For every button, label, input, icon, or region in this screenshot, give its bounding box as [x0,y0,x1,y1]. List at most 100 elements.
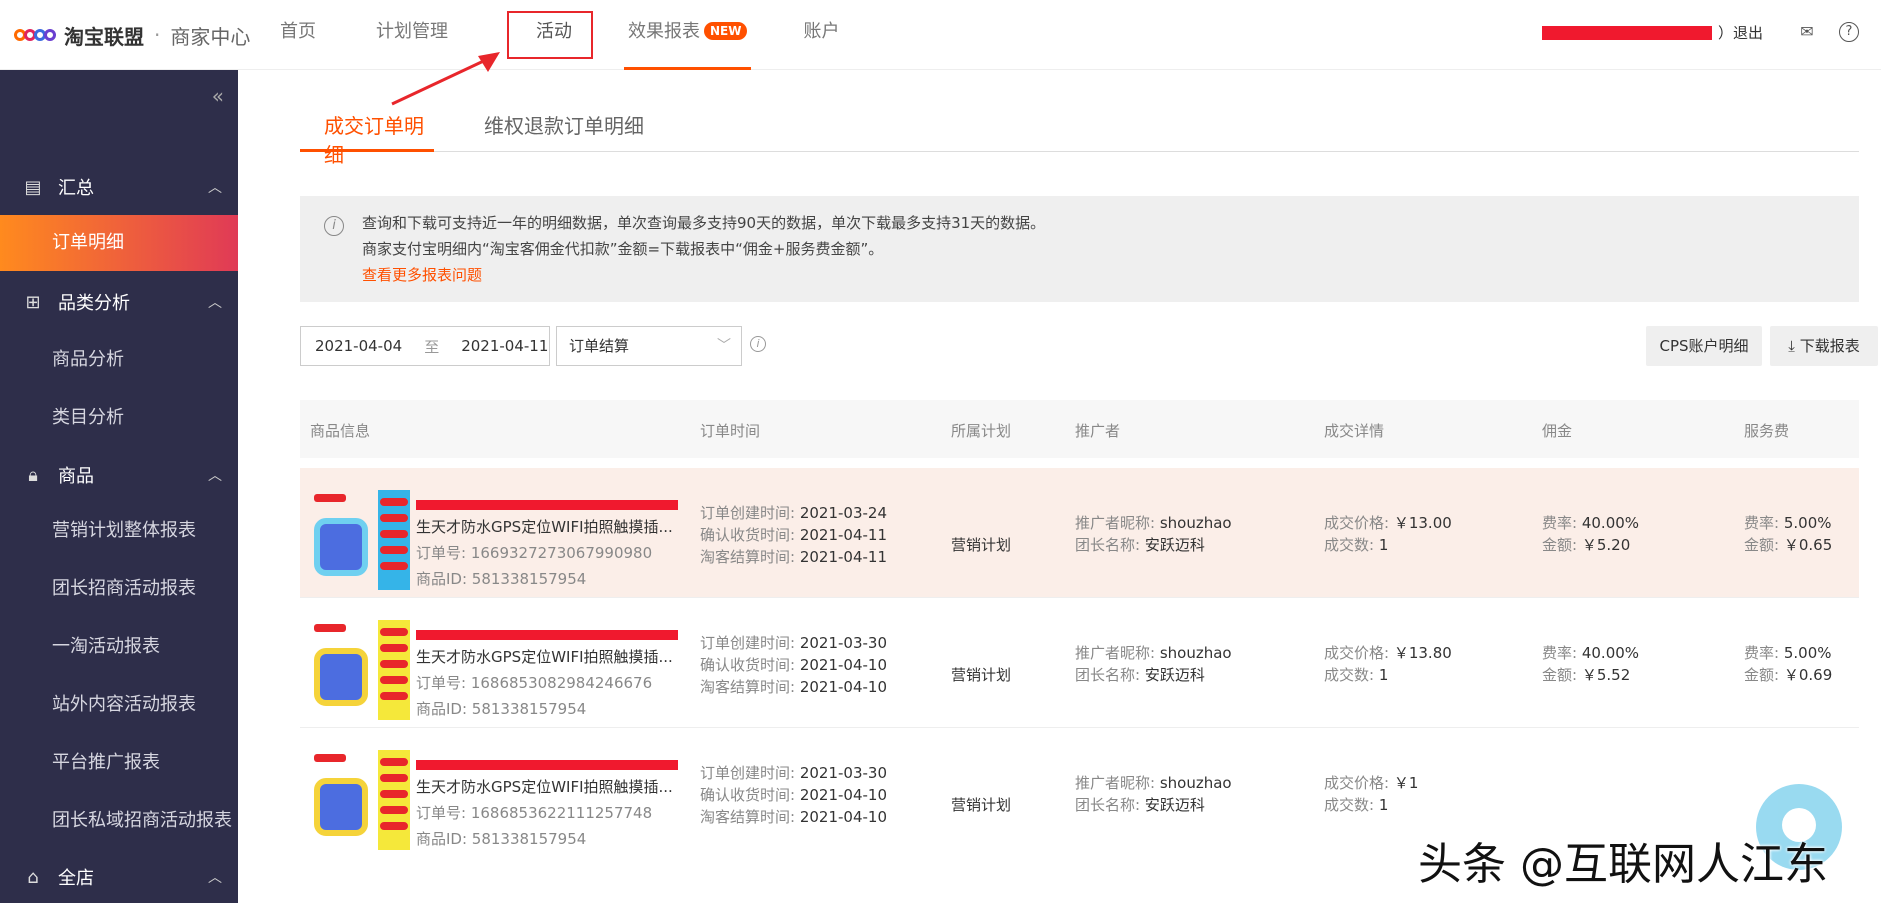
received-time: 确认收货时间: 2021-04-10 [700,654,887,675]
sidebar-group-store[interactable]: ⌂ 全店 ︿ [0,852,238,902]
received-time: 确认收货时间: 2021-04-11 [700,524,887,545]
settled-time: 淘客结算时间: 2021-04-10 [700,806,887,827]
nav-reports-label: 效果报表 [628,21,700,42]
service-fee-rate: 费率: 5.00% [1744,512,1832,533]
commission-rate: 费率: 40.00% [1542,642,1639,663]
mail-icon[interactable]: ✉ [1797,22,1817,42]
order-number: 订单号: 1686853082984246676 [416,672,652,693]
col-deal-detail: 成交详情 [1324,420,1384,441]
redacted-title [416,760,678,770]
chevron-up-icon: ︿ [208,465,222,485]
nav-account[interactable]: 账户 [803,0,839,70]
nav-reports[interactable]: 效果报表NEW [628,0,747,70]
redacted-title [416,500,678,510]
settled-time: 淘客结算时间: 2021-04-11 [700,546,887,567]
cps-account-detail-button[interactable]: CPS账户明细 [1646,326,1762,366]
sidebar-item-order-detail[interactable]: 订单明细 [0,215,238,271]
product-name[interactable]: 生天才防水GPS定位WIFI拍照触摸插... [416,516,678,537]
download-report-label: 下载报表 [1800,337,1860,355]
col-promoter: 推广者 [1075,420,1120,441]
team-name: 团长名称: 安跃迈科 [1075,534,1205,555]
table-header: 商品信息 订单时间 所属计划 推广者 成交详情 佣金 服务费 [300,400,1859,458]
deal-count: 成交数: 1 [1324,534,1388,555]
end-date: 2021-04-11 [461,337,548,355]
chevron-up-icon: ︿ [208,177,222,197]
product-thumbnail[interactable] [310,620,410,720]
watermark: 头条 @互联网人江东 [1418,828,1828,892]
settlement-select[interactable]: 订单结算 ﹀ [556,326,742,366]
lock-icon: 🔒︎ [22,465,44,486]
sidebar-item-marketing-plan-report[interactable]: 营销计划整体报表 [0,503,238,559]
product-thumbnail[interactable] [310,490,410,590]
redacted-title [416,630,678,640]
chevron-down-icon: ﹀ [717,327,731,365]
download-report-button[interactable]: ⤓ 下载报表 [1770,326,1878,366]
sidebar-group-goods[interactable]: 🔒︎ 商品 ︿ [0,450,238,500]
download-icon: ⤓ [1788,337,1795,355]
sidebar-item-platform-promotion-report[interactable]: 平台推广报表 [0,735,238,791]
service-fee-amount: 金额: ￥0.69 [1744,664,1832,685]
commission-amount: 金额: ￥5.20 [1542,534,1630,555]
chevron-up-icon: ︿ [208,292,222,312]
filter-bar: 2021-04-04 至 2021-04-11 订单结算 ﹀ i CPS账户明细… [300,326,1859,366]
sidebar-group-label: 商品 [58,462,94,488]
promoter-nick: 推广者昵称: shouzhao [1075,772,1232,793]
grid-icon: ⊞ [22,292,44,313]
brand-separator: · [154,23,160,47]
sidebar-item-private-team-report[interactable]: 团长私域招商活动报表 [0,793,238,849]
new-badge: NEW [704,22,747,40]
product-thumbnail[interactable] [310,750,410,850]
plan-name: 营销计划 [951,664,1011,685]
annotation-highlight-box [507,11,593,59]
info-icon[interactable]: i [750,336,766,352]
sidebar-group-summary[interactable]: ▤ 汇总 ︿ [0,162,238,212]
commission-rate: 费率: 40.00% [1542,512,1639,533]
plan-name: 营销计划 [951,794,1011,815]
product-name[interactable]: 生天才防水GPS定位WIFI拍照触摸插... [416,776,678,797]
sidebar-item-offsite-content-report[interactable]: 站外内容活动报表 [0,677,238,733]
created-time: 订单创建时间: 2021-03-24 [700,502,887,523]
table-row[interactable]: 生天才防水GPS定位WIFI拍照触摸插... 订单号: 166932727306… [300,468,1859,598]
commission-amount: 金额: ￥5.52 [1542,664,1630,685]
deal-count: 成交数: 1 [1324,664,1388,685]
sidebar-group-category[interactable]: ⊞ 品类分析 ︿ [0,277,238,327]
sidebar: « ▤ 汇总 ︿ 订单明细 ⊞ 品类分析 ︿ 商品分析 类目分析 🔒︎ 商品 ︿… [0,70,238,903]
notice-line-2: 商家支付宝明细内“淘宝客佣金代扣款”金额=下载报表中“佣金+服务费金额”。 [362,238,883,259]
notice-line-1: 查询和下载可支持近一年的明细数据，单次查询最多支持90天的数据，单次下载最多支持… [362,212,1045,233]
date-separator: 至 [424,336,439,357]
product-name[interactable]: 生天才防水GPS定位WIFI拍照触摸插... [416,646,678,667]
sidebar-group-label: 品类分析 [58,289,130,315]
col-service-fee: 服务费 [1744,420,1789,441]
logout-link[interactable]: ）退出 [1718,22,1763,43]
sidebar-item-team-leader-report[interactable]: 团长招商活动报表 [0,561,238,617]
sidebar-group-label: 汇总 [58,174,94,200]
team-name: 团长名称: 安跃迈科 [1075,664,1205,685]
service-fee-amount: 金额: ￥0.65 [1744,534,1832,555]
settlement-select-value: 订单结算 [569,337,629,355]
deal-price: 成交价格: ￥13.00 [1324,512,1452,533]
nav-home[interactable]: 首页 [280,0,316,70]
created-time: 订单创建时间: 2021-03-30 [700,632,887,653]
sidebar-item-etao-report[interactable]: 一淘活动报表 [0,619,238,675]
sidebar-item-product-analysis[interactable]: 商品分析 [0,332,238,388]
clipboard-icon: ▤ [22,177,44,198]
plan-name: 营销计划 [951,534,1011,555]
table-row[interactable]: 生天才防水GPS定位WIFI拍照触摸插... 订单号: 168685308298… [300,598,1859,728]
logo[interactable]: 淘宝联盟 · 商家中心 [14,20,250,50]
tab-deal-orders[interactable]: 成交订单明细 [300,110,434,152]
sidebar-item-category-analysis[interactable]: 类目分析 [0,390,238,446]
collapse-sidebar-icon[interactable]: « [212,84,224,108]
brand-sub: 商家中心 [170,21,250,50]
created-time: 订单创建时间: 2021-03-30 [700,762,887,783]
tab-refund-orders[interactable]: 维权退款订单明细 [484,110,644,152]
settled-time: 淘客结算时间: 2021-04-10 [700,676,887,697]
deal-price: 成交价格: ￥13.80 [1324,642,1452,663]
date-range-picker[interactable]: 2021-04-04 至 2021-04-11 [300,326,550,366]
sidebar-group-label: 全店 [58,864,94,890]
notice-more-link[interactable]: 查看更多报表问题 [362,264,482,285]
help-icon[interactable]: ? [1839,22,1859,42]
product-id: 商品ID: 581338157954 [416,568,586,589]
notice-box: i 查询和下载可支持近一年的明细数据，单次查询最多支持90天的数据，单次下载最多… [300,196,1859,302]
shop-icon: ⌂ [22,867,44,888]
brand-name: 淘宝联盟 [64,21,144,50]
